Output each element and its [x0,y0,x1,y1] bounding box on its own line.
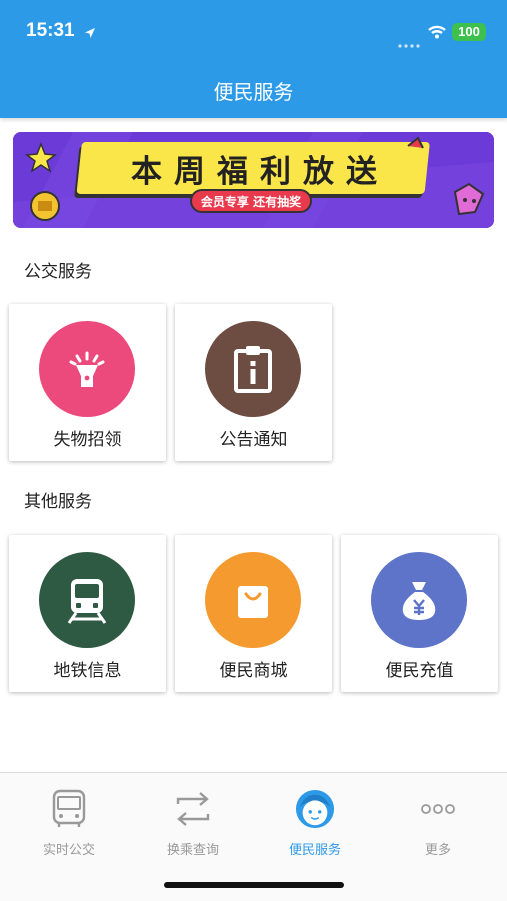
banner-subtitle: 会员专享 还有抽奖 [200,195,302,209]
section-title-other-services: 其他服务 [24,492,92,512]
recharge-card[interactable]: 便民充值 [341,535,498,692]
notice-clipboard-icon [205,321,301,417]
shopping-bag-icon [205,552,301,648]
subway-info-label: 地铁信息 [53,661,122,681]
app-header: 15:31 100 便民服务 [0,0,507,118]
lost-and-found-card[interactable]: 失物招领 [9,304,166,461]
banner-title: 本周福利放送 [131,154,389,190]
status-time: 15:31 [26,20,75,41]
subway-icon [39,552,135,648]
face-icon [295,789,335,829]
bus-icon [49,789,89,829]
announcement-card[interactable]: 公告通知 [175,304,332,461]
section-title-bus-services: 公交服务 [24,262,92,282]
more-dots-icon [418,789,458,829]
promo-banner[interactable]: 本周福利放送 会员专享 还有抽奖 [13,132,494,228]
tab-label-transfer-query: 换乘查询 [166,843,219,858]
wifi-icon [428,24,446,43]
tab-label-realtime-bus: 实时公交 [42,843,95,858]
tab-label-more: 更多 [424,843,451,858]
tab-realtime-bus[interactable]: 实时公交 [6,783,132,858]
home-indicator[interactable] [164,882,344,888]
status-bar: 15:31 100 [0,0,507,60]
money-bag-icon [371,552,467,648]
signal-icon [398,33,422,52]
tab-transfer-query[interactable]: 换乘查询 [130,783,256,858]
page-title: 便民服务 [213,80,294,104]
lost-and-found-label: 失物招领 [53,430,122,450]
recharge-label: 便民充值 [385,661,454,681]
announcement-label: 公告通知 [219,430,288,450]
tab-label-convenience-services: 便民服务 [288,843,341,858]
mall-label: 便民商城 [219,661,288,681]
tab-more[interactable]: 更多 [375,783,501,858]
flashlight-icon [39,321,135,417]
tab-convenience-services[interactable]: 便民服务 [252,783,378,858]
transfer-icon [173,789,213,829]
location-arrow-icon [84,24,96,43]
battery-indicator: 100 [452,23,486,41]
subway-info-card[interactable]: 地铁信息 [9,535,166,692]
mall-card[interactable]: 便民商城 [175,535,332,692]
